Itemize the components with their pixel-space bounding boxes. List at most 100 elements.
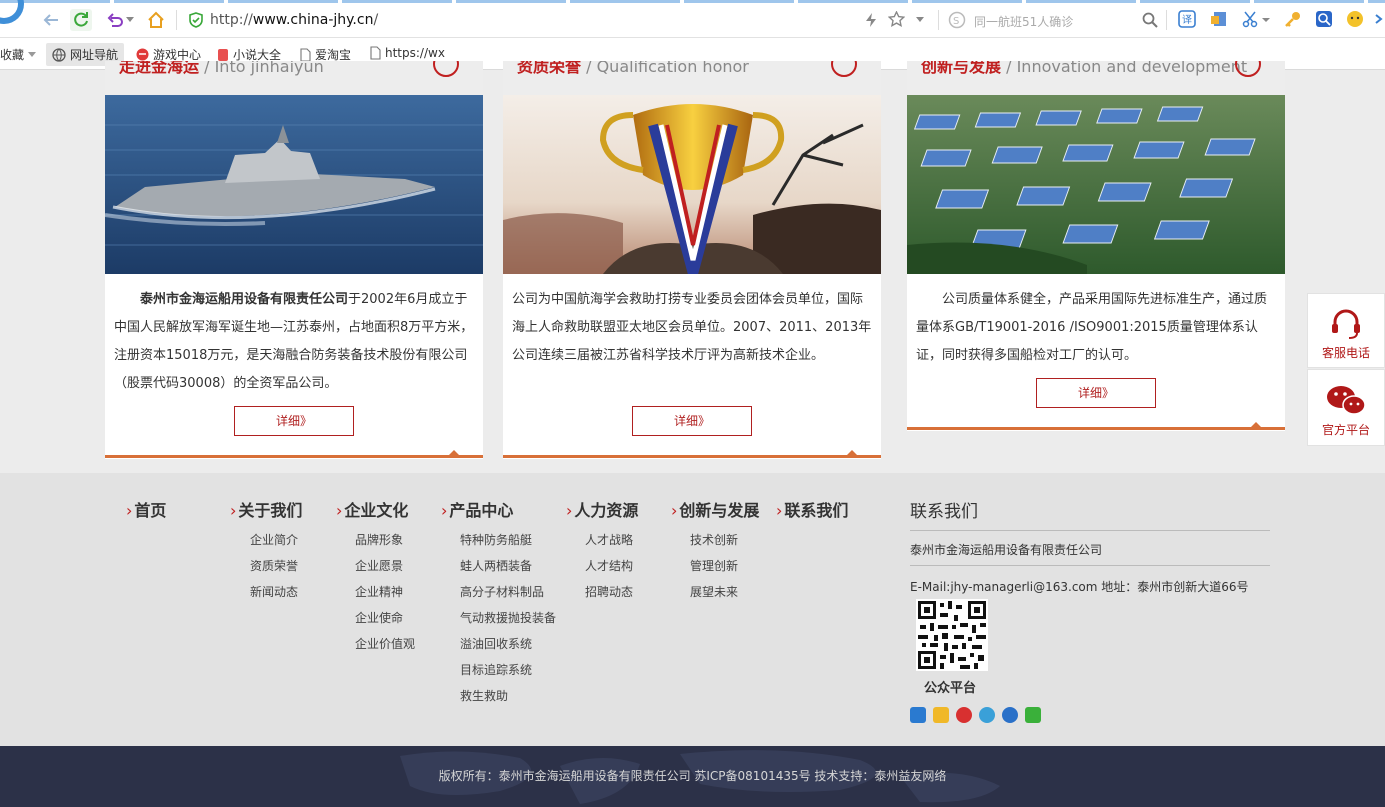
refresh-icon[interactable] xyxy=(70,9,92,31)
home-icon[interactable] xyxy=(145,9,167,31)
honor-more-button[interactable]: 详细》 xyxy=(632,406,752,436)
card-notch xyxy=(847,450,857,455)
share-pengyou-icon[interactable] xyxy=(979,707,995,723)
footer-heading-culture[interactable]: › 企业文化 xyxy=(336,497,415,521)
chevron-down-icon xyxy=(28,51,37,57)
footer-link[interactable]: 管理创新 xyxy=(690,553,759,579)
bookmark-wx[interactable]: https://wx xyxy=(370,46,445,60)
footer-link[interactable]: 特种防务船艇 xyxy=(460,527,556,553)
card-description: 公司为中国航海学会救助打捞专业委员会团体会员单位，国际海上人命救助联盟亚太地区会… xyxy=(512,292,872,363)
footer-link[interactable]: 企业精神 xyxy=(355,579,415,605)
search-placeholder: 同一航班51人确诊 xyxy=(974,15,1074,29)
card-honor: 资质荣誉 / Qualification honor 公司为中国航海学会救助打捞… xyxy=(503,61,881,459)
key-icon[interactable] xyxy=(1284,10,1302,28)
footer-heading-innovation[interactable]: › 创新与发展 xyxy=(671,497,759,521)
share-plus-icon[interactable] xyxy=(910,707,926,723)
address-bar[interactable]: http://www.china-jhy.cn/ xyxy=(184,8,934,32)
footer-col-culture: › 企业文化 品牌形象 企业愿景 企业精神 企业使命 企业价值观 xyxy=(336,497,415,657)
url-text: http://www.china-jhy.cn/ xyxy=(210,12,379,28)
footer-col-contact: › 联系我们 xyxy=(776,497,848,521)
search-box[interactable]: S 同一航班51人确诊 xyxy=(944,8,1164,32)
svg-text:S: S xyxy=(953,16,959,27)
footer-link[interactable]: 救生救助 xyxy=(460,683,556,709)
card-more-icon[interactable] xyxy=(831,61,857,77)
scissors-dropdown-icon[interactable] xyxy=(1262,10,1272,28)
contact-panel: 联系我们 泰州市金海运船用设备有限责任公司 E-Mail:jhy-manager… xyxy=(910,497,1270,723)
share-qzone-icon[interactable] xyxy=(933,707,949,723)
footer-col-hr: › 人力资源 人才战略 人才结构 招聘动态 xyxy=(566,497,638,605)
footer-link[interactable]: 新闻动态 xyxy=(250,579,302,605)
footer-link[interactable]: 展望未来 xyxy=(690,579,759,605)
scissors-icon[interactable] xyxy=(1242,10,1260,28)
contact-email-address: E-Mail:jhy-managerli@163.com 地址：泰州市创新大道6… xyxy=(910,580,1249,594)
wechat-platform-widget[interactable]: 官方平台 xyxy=(1307,369,1385,446)
search-icon[interactable] xyxy=(1142,12,1158,28)
lightning-icon[interactable] xyxy=(864,12,878,28)
footer-link[interactable]: 招聘动态 xyxy=(585,579,638,605)
footer-link[interactable]: 溢油回收系统 xyxy=(460,631,556,657)
browser-logo-icon xyxy=(0,0,24,24)
search-engine-icon[interactable]: S xyxy=(948,11,966,29)
copyright-bar: 版权所有：泰州市金海运船用设备有限责任公司 苏ICP备08101435号 技术支… xyxy=(0,746,1385,807)
footer-heading-home[interactable]: › 首页 xyxy=(126,497,166,521)
footer-link[interactable]: 人才战略 xyxy=(585,527,638,553)
undo-icon[interactable] xyxy=(104,9,126,31)
qr-label: 公众平台 xyxy=(924,681,977,696)
emoji-icon[interactable] xyxy=(1346,10,1364,28)
card-innovation: 创新与发展 / Innovation and development 公司质量体… xyxy=(907,61,1285,431)
footer-heading-hr[interactable]: › 人力资源 xyxy=(566,497,638,521)
card-notch xyxy=(449,450,459,455)
share-renren-icon[interactable] xyxy=(1002,707,1018,723)
footer-link[interactable]: 蛙人两栖装备 xyxy=(460,553,556,579)
footer-link[interactable]: 目标追踪系统 xyxy=(460,657,556,683)
back-icon[interactable] xyxy=(40,9,62,31)
footer-link[interactable]: 品牌形象 xyxy=(355,527,415,553)
bookmark-favorites[interactable]: 收藏 xyxy=(0,46,37,63)
footer-col-products: › 产品中心 特种防务船艇 蛙人两栖装备 高分子材料制品 气动救援抛投装备 溢油回… xyxy=(441,497,556,709)
card-header: 资质荣誉 / Qualification honor xyxy=(503,61,881,95)
browser-toolbar: http://www.china-jhy.cn/ S 同一航班51人确诊 译 xyxy=(0,0,1385,38)
card-underline xyxy=(503,455,881,458)
secure-shield-icon xyxy=(189,12,203,28)
tab-strip xyxy=(0,0,1385,3)
translate-icon[interactable]: 译 xyxy=(1178,10,1196,28)
footer-heading-products[interactable]: › 产品中心 xyxy=(441,497,556,521)
favorite-star-icon[interactable] xyxy=(888,11,905,28)
footer-link[interactable]: 人才结构 xyxy=(585,553,638,579)
innovation-more-button[interactable]: 详细》 xyxy=(1036,378,1156,408)
screenshot-search-icon[interactable] xyxy=(1315,10,1333,28)
footer-col-innovation: › 创新与发展 技术创新 管理创新 展望未来 xyxy=(671,497,759,605)
footer-link[interactable]: 企业简介 xyxy=(250,527,302,553)
service-phone-widget[interactable]: 客服电话 xyxy=(1307,293,1385,368)
warship-image xyxy=(105,95,483,274)
footer-heading-about[interactable]: › 关于我们 xyxy=(230,497,302,521)
footer-col-about: › 关于我们 企业简介 资质荣誉 新闻动态 xyxy=(230,497,302,605)
url-dropdown-icon[interactable] xyxy=(916,17,924,23)
trophy-image xyxy=(503,95,881,274)
more-tools-icon[interactable] xyxy=(1374,10,1385,28)
footer-link[interactable]: 企业愿景 xyxy=(355,553,415,579)
footer-link[interactable]: 企业使命 xyxy=(355,605,415,631)
factory-aerial-image xyxy=(907,95,1285,274)
sidebar-toggle-icon[interactable] xyxy=(1210,10,1228,28)
card-about: 走进金海运 / Into jinhaiyun 泰州市金海运船用设备有限责任公司于… xyxy=(105,61,483,459)
footer-link[interactable]: 气动救援抛投装备 xyxy=(460,605,556,631)
card-underline xyxy=(105,455,483,458)
footer-heading-contact[interactable]: › 联系我们 xyxy=(776,497,848,521)
footer-link[interactable]: 资质荣誉 xyxy=(250,553,302,579)
undo-dropdown-icon[interactable] xyxy=(124,9,136,31)
card-more-icon[interactable] xyxy=(433,61,459,77)
share-wechat-icon[interactable] xyxy=(1025,707,1041,723)
headset-icon xyxy=(1332,309,1360,339)
footer-link[interactable]: 企业价值观 xyxy=(355,631,415,657)
qr-code xyxy=(916,599,988,671)
page-icon xyxy=(300,47,311,62)
book-icon xyxy=(218,48,228,61)
share-icons xyxy=(910,707,1041,723)
contact-company: 泰州市金海运船用设备有限责任公司 xyxy=(910,531,1270,566)
footer-link[interactable]: 高分子材料制品 xyxy=(460,579,556,605)
card-header: 走进金海运 / Into jinhaiyun xyxy=(105,61,483,95)
about-more-button[interactable]: 详细》 xyxy=(234,406,354,436)
share-weibo-icon[interactable] xyxy=(956,707,972,723)
footer-link[interactable]: 技术创新 xyxy=(690,527,759,553)
